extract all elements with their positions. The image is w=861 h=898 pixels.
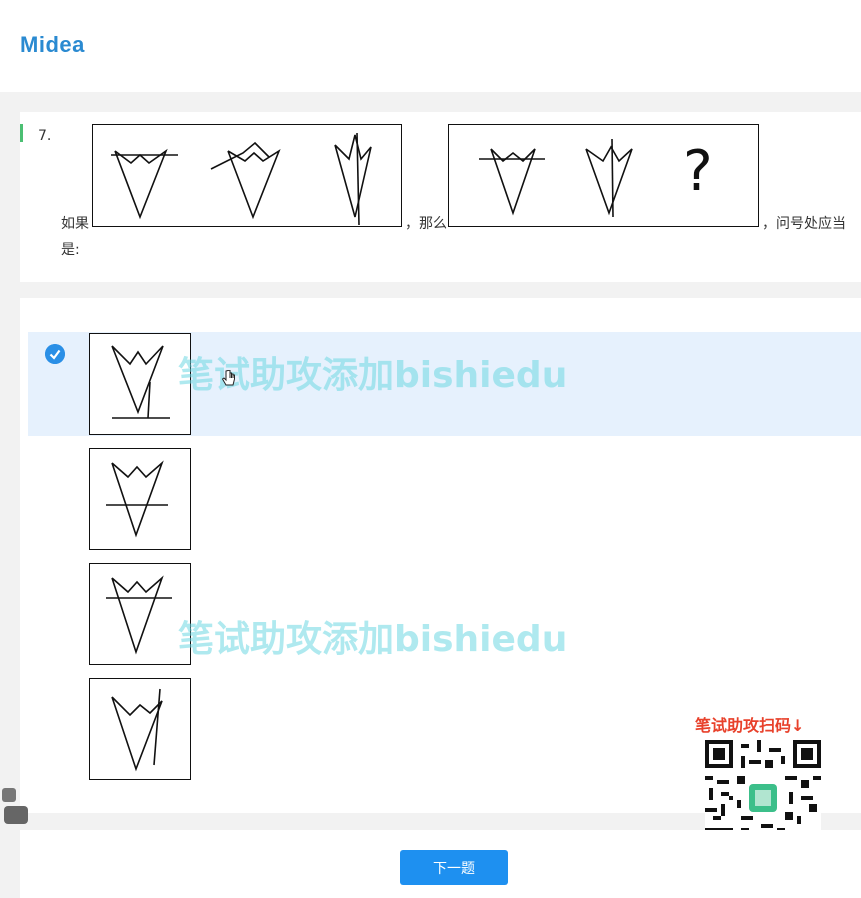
next-question-button[interactable]: 下一题 bbox=[400, 850, 508, 885]
figure-group-target-drawing bbox=[479, 138, 633, 218]
question-suffix-line2: 是: bbox=[61, 242, 80, 258]
option-d-figure[interactable] bbox=[89, 678, 191, 780]
option-d-drawing bbox=[111, 688, 163, 772]
figure-group-target: ? bbox=[448, 124, 759, 227]
watermark-bottom: 笔试助攻添加bishiedu bbox=[178, 619, 568, 660]
check-circle-icon bbox=[45, 344, 65, 364]
question-middle: ，那么 bbox=[405, 216, 447, 232]
header: Midea bbox=[0, 0, 861, 92]
figure-group-given bbox=[92, 124, 402, 227]
question-number: 7. bbox=[38, 128, 52, 144]
option-b-drawing bbox=[106, 460, 168, 538]
option-c-figure[interactable] bbox=[89, 563, 191, 665]
side-logo bbox=[0, 786, 30, 828]
question-suffix: ，问号处应当 bbox=[762, 216, 846, 232]
question-accent-bar bbox=[20, 124, 23, 142]
watermark-top: 笔试助攻添加bishiedu bbox=[178, 355, 568, 396]
question-prefix: 如果 bbox=[61, 216, 89, 232]
figure-group-given-drawing bbox=[111, 132, 372, 226]
option-c-drawing bbox=[106, 575, 172, 655]
midea-logo: Midea bbox=[20, 32, 85, 57]
option-b-figure[interactable] bbox=[89, 448, 191, 550]
promo-text: 笔试助攻扫码↓ bbox=[695, 716, 805, 735]
option-a-drawing bbox=[111, 345, 170, 419]
hand-cursor-icon bbox=[222, 370, 235, 386]
option-a-figure[interactable] bbox=[89, 333, 191, 435]
side-logo-graphic bbox=[2, 788, 28, 824]
question-mark: ? bbox=[683, 139, 713, 204]
